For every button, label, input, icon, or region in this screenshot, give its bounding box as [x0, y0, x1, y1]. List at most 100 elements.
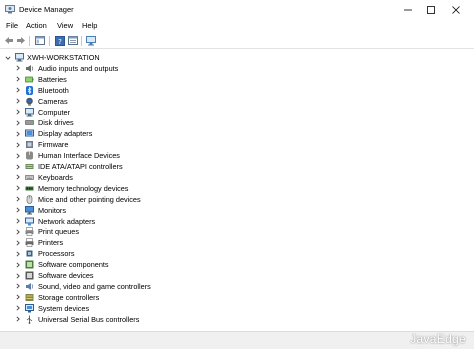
- chevron-right-icon[interactable]: [14, 161, 22, 172]
- tree-category-item[interactable]: Storage controllers: [0, 292, 474, 303]
- maximize-button[interactable]: [418, 0, 444, 19]
- computer-icon: [25, 107, 34, 117]
- chevron-right-icon[interactable]: [14, 139, 22, 150]
- tree-category-item[interactable]: Print queues: [0, 226, 474, 237]
- close-button[interactable]: [443, 0, 469, 19]
- chevron-right-icon[interactable]: [14, 85, 22, 96]
- toolbar-separator: [81, 36, 82, 46]
- tree-category-label: IDE ATA/ATAPI controllers: [38, 162, 123, 171]
- tree-category-item[interactable]: Universal Serial Bus controllers: [0, 314, 474, 325]
- tree-category-label: Software devices: [38, 271, 94, 280]
- chevron-right-icon[interactable]: [14, 107, 22, 118]
- tree-category-item[interactable]: Cameras: [0, 96, 474, 107]
- chevron-right-icon[interactable]: [14, 281, 22, 292]
- tree-category-item[interactable]: Printers: [0, 237, 474, 248]
- tree-category-item[interactable]: Keyboards: [0, 172, 474, 183]
- chevron-right-icon[interactable]: [14, 150, 22, 161]
- chevron-right-icon[interactable]: [14, 259, 22, 270]
- tree-category-label: Audio inputs and outputs: [38, 63, 119, 73]
- chevron-down-icon[interactable]: [4, 52, 12, 63]
- chevron-right-icon[interactable]: [14, 270, 22, 281]
- tree-category-item[interactable]: Bluetooth: [0, 85, 474, 96]
- tree-root[interactable]: XWH-WORKSTATION: [0, 52, 474, 63]
- tree-category-label: Cameras: [38, 96, 68, 106]
- memory-icon: [25, 184, 34, 193]
- chevron-right-icon[interactable]: [14, 248, 22, 259]
- tree-category-label: Memory technology devices: [38, 183, 129, 193]
- toolbar-separator: [49, 36, 50, 46]
- chevron-right-icon[interactable]: [14, 128, 22, 139]
- tree-category-label: Storage controllers: [38, 292, 100, 302]
- show-hide-console-tree-button[interactable]: [34, 35, 45, 46]
- tree-category-label: Monitors: [38, 205, 66, 215]
- computer-icon: [15, 53, 24, 62]
- tree-category-item[interactable]: Batteries: [0, 74, 474, 85]
- menu-file[interactable]: File: [6, 21, 18, 30]
- ide-controller-icon: [25, 162, 34, 171]
- chevron-right-icon[interactable]: [14, 216, 22, 227]
- back-button[interactable]: [3, 35, 14, 46]
- tree-category-item[interactable]: Processors: [0, 248, 474, 259]
- tree-category-label: Display adapters: [38, 129, 93, 139]
- tree-category-item[interactable]: Disk drives: [0, 117, 474, 128]
- title-bar[interactable]: Device Manager: [0, 0, 474, 19]
- chevron-right-icon[interactable]: [14, 117, 22, 128]
- tree-category-item[interactable]: Network adapters: [0, 216, 474, 227]
- chevron-right-icon[interactable]: [14, 194, 22, 205]
- storage-controller-icon: [25, 293, 34, 302]
- tree-category-item[interactable]: Memory technology devices: [0, 183, 474, 194]
- system-device-icon: [25, 303, 34, 313]
- firmware-icon: [25, 140, 34, 149]
- bluetooth-icon: [25, 85, 34, 95]
- tree-category-label: Keyboards: [38, 172, 73, 182]
- toolbar-separator: [29, 36, 30, 46]
- tree-category-item[interactable]: Human Interface Devices: [0, 150, 474, 161]
- processor-icon: [25, 249, 34, 258]
- sound-controller-icon: [25, 282, 34, 291]
- usb-icon: [25, 315, 34, 324]
- menu-view[interactable]: View: [57, 21, 73, 30]
- toolbar: ?: [0, 33, 474, 49]
- tree-category-item[interactable]: Sound, video and game controllers: [0, 281, 474, 292]
- chevron-right-icon[interactable]: [14, 63, 22, 74]
- tree-category-label: Mice and other pointing devices: [38, 194, 141, 204]
- software-component-icon: [25, 260, 34, 269]
- tree-category-item[interactable]: Software components: [0, 259, 474, 270]
- root-computer-name: XWH-WORKSTATION: [27, 53, 100, 62]
- forward-arrow-icon: [16, 37, 25, 44]
- scan-for-hardware-changes-button[interactable]: [86, 35, 97, 46]
- help-button[interactable]: ?: [54, 35, 65, 46]
- properties-button[interactable]: [67, 35, 78, 46]
- chevron-right-icon[interactable]: [14, 74, 22, 85]
- chevron-right-icon[interactable]: [14, 237, 22, 248]
- menu-action[interactable]: Action: [26, 21, 47, 30]
- tree-category-item[interactable]: System devices: [0, 303, 474, 314]
- print-queue-icon: [25, 227, 34, 237]
- tree-category-item[interactable]: Mice and other pointing devices: [0, 194, 474, 205]
- forward-button[interactable]: [15, 35, 26, 46]
- tree-category-item[interactable]: IDE ATA/ATAPI controllers: [0, 161, 474, 172]
- chevron-right-icon[interactable]: [14, 314, 22, 325]
- tree-category-item[interactable]: Monitors: [0, 205, 474, 216]
- tree-category-label: Human Interface Devices: [38, 151, 120, 161]
- tree-category-item[interactable]: Computer: [0, 107, 474, 118]
- tree-category-label: System devices: [38, 303, 90, 313]
- tree-category-label: Printers: [38, 238, 64, 248]
- tree-category-item[interactable]: Display adapters: [0, 128, 474, 139]
- tree-category-item[interactable]: Software devices: [0, 270, 474, 281]
- menu-help[interactable]: Help: [82, 21, 97, 30]
- tree-category-item[interactable]: Audio inputs and outputs: [0, 63, 474, 74]
- chevron-right-icon[interactable]: [14, 226, 22, 237]
- tree-category-label: Sound, video and game controllers: [38, 281, 151, 291]
- chevron-right-icon[interactable]: [14, 183, 22, 194]
- tree-category-item[interactable]: Firmware: [0, 139, 474, 150]
- battery-icon: [25, 75, 34, 84]
- printer-icon: [25, 238, 34, 248]
- chevron-right-icon[interactable]: [14, 96, 22, 107]
- chevron-right-icon[interactable]: [14, 292, 22, 303]
- tree-category-label: Universal Serial Bus controllers: [38, 314, 140, 324]
- chevron-right-icon[interactable]: [14, 172, 22, 183]
- monitor-icon: [25, 205, 34, 215]
- chevron-right-icon[interactable]: [14, 205, 22, 216]
- chevron-right-icon[interactable]: [14, 303, 22, 314]
